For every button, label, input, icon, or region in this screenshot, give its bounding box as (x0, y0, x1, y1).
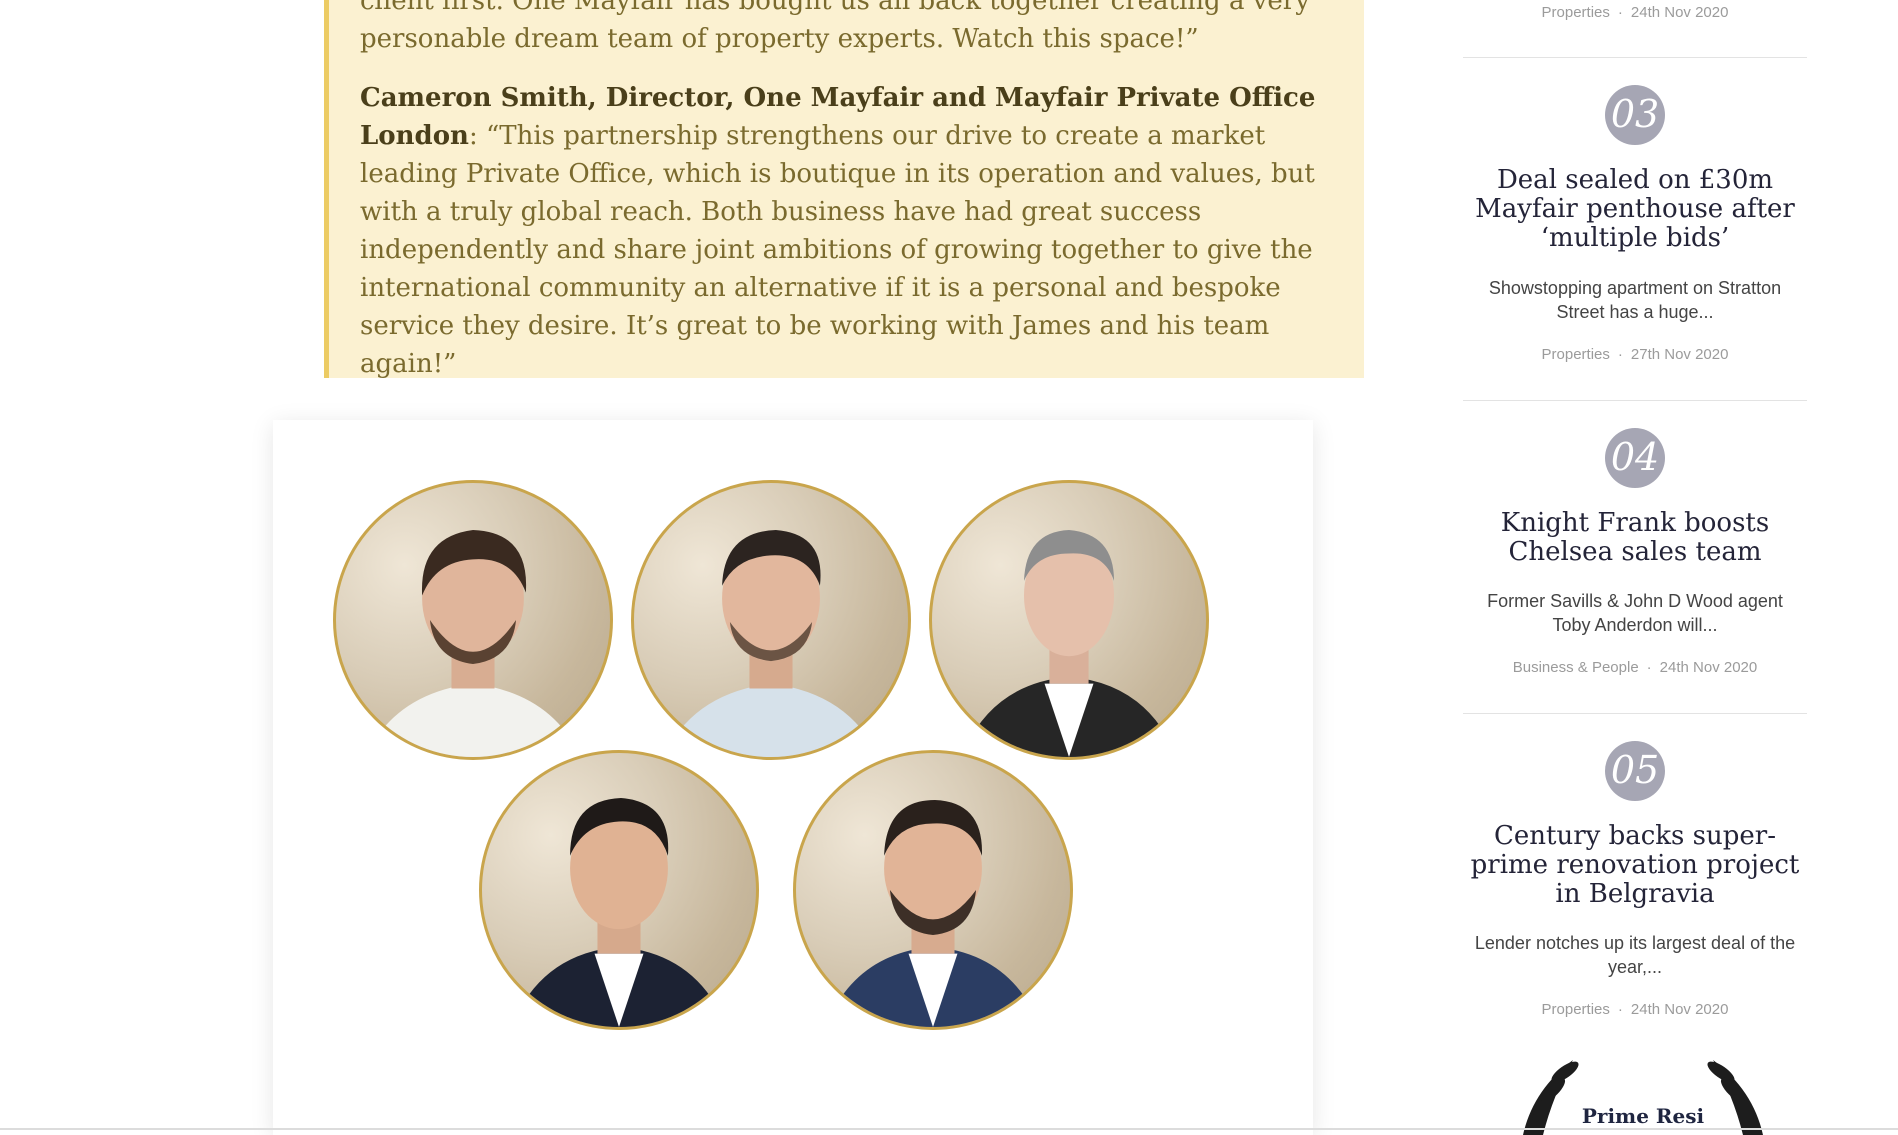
portrait-1 (333, 480, 613, 760)
team-photo (273, 420, 1313, 1135)
logo-text: Prime Resi (1581, 1104, 1705, 1128)
top-item-meta: Properties · 24th Nov 2020 (1541, 4, 1729, 21)
article-meta: Business & People · 24th Nov 2020 (1512, 659, 1758, 676)
rank-badge: 05 (1605, 741, 1665, 801)
portrait-4 (479, 750, 759, 1030)
meta-category[interactable]: Business & People (1513, 659, 1639, 676)
article-meta: Properties · 27th Nov 2020 (1541, 346, 1729, 363)
portrait-3 (929, 480, 1209, 760)
portrait-2 (631, 480, 911, 760)
divider (1463, 400, 1807, 401)
prime-resi-logo[interactable]: Prime Resi (1503, 1050, 1783, 1135)
article-meta: Properties · 24th Nov 2020 (1541, 1001, 1729, 1018)
quote-paragraph-2: Cameron Smith, Director, One Mayfair and… (360, 79, 1340, 383)
meta-date: 24th Nov 2020 (1630, 1001, 1729, 1018)
article-title-link[interactable]: Century backs super-prime renovation pro… (1463, 822, 1807, 909)
divider (1463, 57, 1807, 58)
meta-category[interactable]: Properties (1542, 346, 1610, 363)
quote-paragraph-1: client first. One Mayfair has bought us … (360, 0, 1310, 54)
page-bottom-border (0, 1128, 1898, 1130)
article-title-link[interactable]: Deal sealed on £30m Mayfair penthouse af… (1463, 166, 1807, 253)
article-excerpt: Showstopping apartment on Stratton Stree… (1488, 278, 1782, 322)
portrait-5 (793, 750, 1073, 1030)
article-excerpt: Lender notches up its largest deal of th… (1474, 933, 1796, 977)
rank-badge: 04 (1605, 428, 1665, 488)
meta-date: 24th Nov 2020 (1659, 659, 1758, 676)
sidebar-most-read: Properties · 24th Nov 2020 03 Deal sealed … (1463, 0, 1807, 1135)
rank-badge: 03 (1605, 85, 1665, 145)
divider (1463, 713, 1807, 714)
quote-text: : “This partnership strengthens our driv… (360, 121, 1315, 379)
meta-category[interactable]: Properties (1542, 1001, 1610, 1018)
meta-date: 27th Nov 2020 (1630, 346, 1729, 363)
meta-category[interactable]: Properties (1542, 4, 1610, 21)
article-title-link[interactable]: Knight Frank boosts Chelsea sales team (1463, 509, 1807, 567)
pull-quote: client first. One Mayfair has bought us … (324, 0, 1364, 379)
meta-date: 24th Nov 2020 (1630, 4, 1729, 21)
article-excerpt: Former Savills & John D Wood agent Toby … (1487, 591, 1783, 635)
